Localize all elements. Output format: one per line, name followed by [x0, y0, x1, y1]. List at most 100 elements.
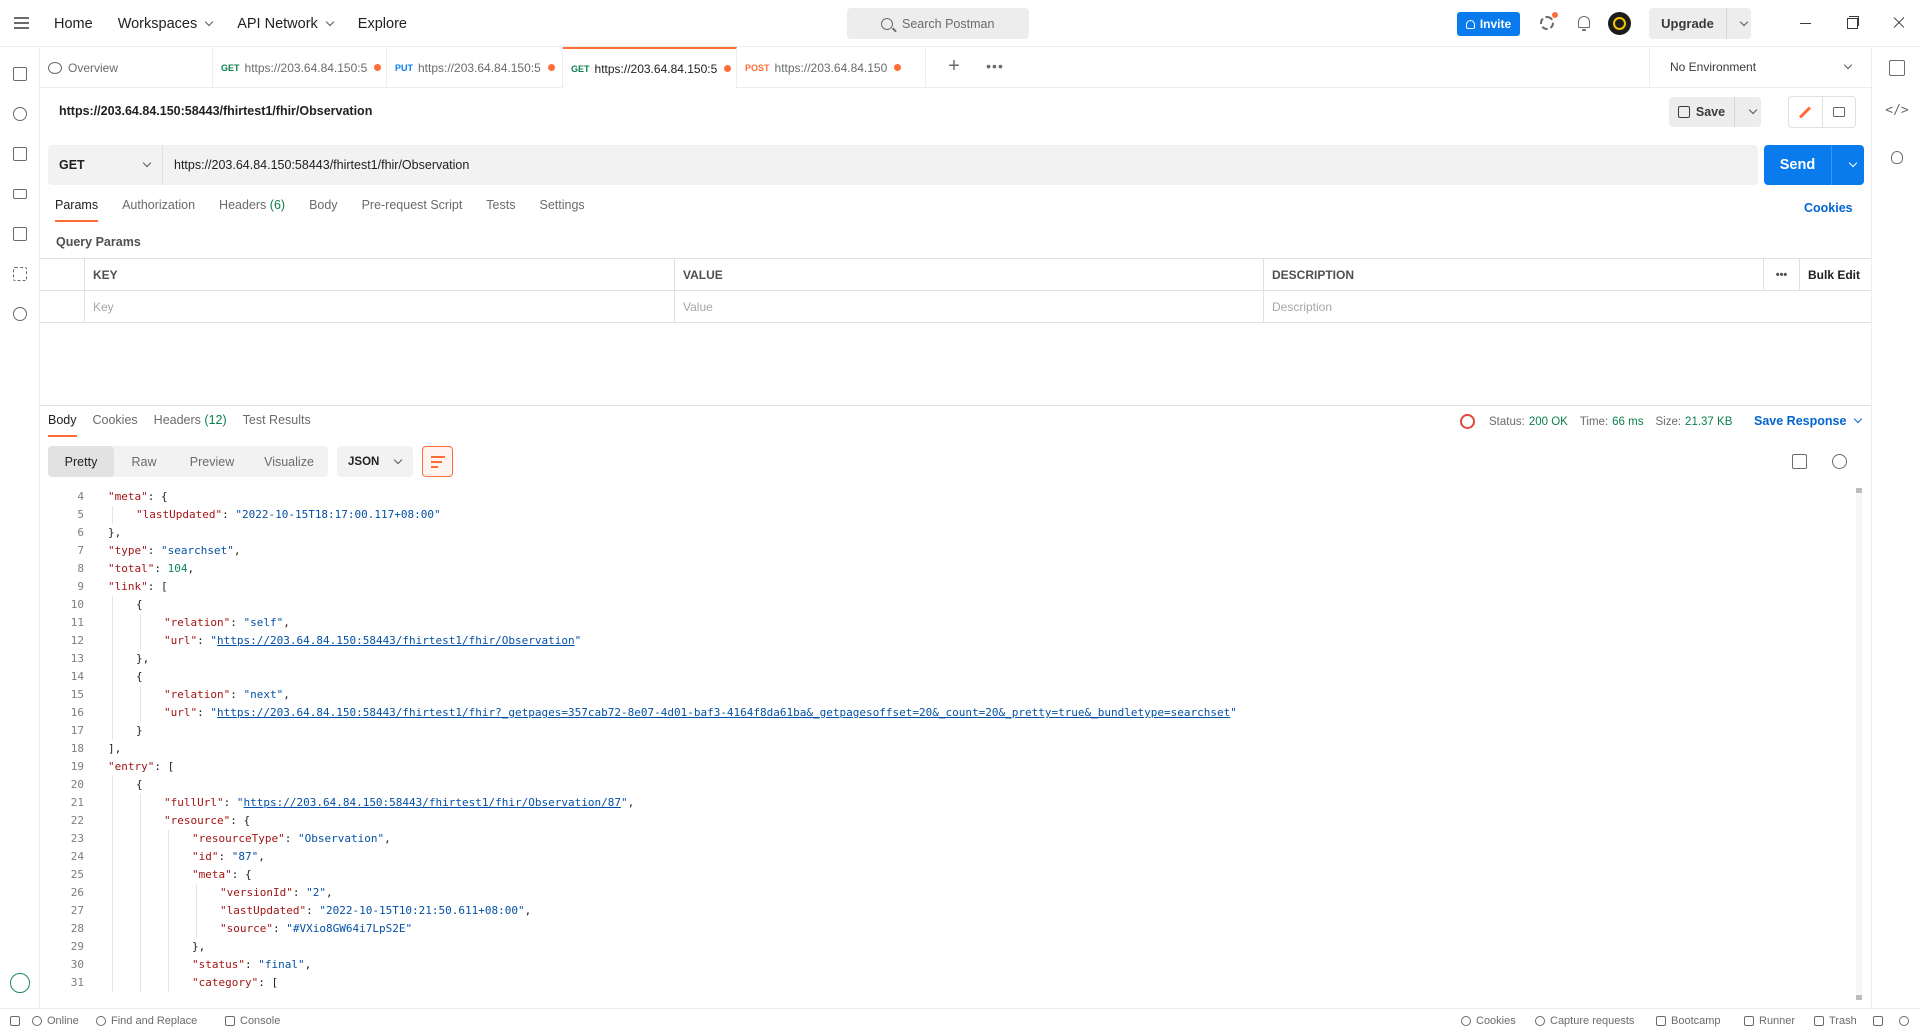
view-visualize[interactable]: Visualize — [250, 446, 328, 477]
two-pane-view-icon[interactable] — [1873, 1009, 1888, 1032]
send-button[interactable]: Send — [1764, 145, 1864, 185]
toggle-sidebar-icon[interactable] — [10, 1009, 25, 1032]
tab-authorization[interactable]: Authorization — [122, 198, 195, 222]
param-description-input[interactable]: Description — [1263, 291, 1871, 322]
method-select[interactable]: GET — [48, 145, 163, 185]
tab-params[interactable]: Params — [55, 198, 99, 222]
code-link[interactable]: https://203.64.84.150:58443/fhirtest1/fh… — [217, 634, 575, 647]
tab-request[interactable]: POST https://203.64.84.150 — [737, 47, 926, 88]
view-raw[interactable]: Raw — [114, 446, 174, 477]
bootcamp-button[interactable]: Bootcamp — [1656, 1009, 1721, 1032]
line-number: 7 — [77, 544, 84, 557]
save-button[interactable]: Save — [1669, 97, 1761, 127]
online-status[interactable]: Online — [32, 1009, 79, 1032]
team-workspace-icon[interactable] — [10, 973, 30, 993]
close-window-icon[interactable] — [1889, 13, 1909, 33]
save-response-button[interactable]: Save Response — [1754, 414, 1863, 428]
code-link[interactable]: https://203.64.84.150:58443/fhirtest1/fh… — [243, 796, 621, 809]
tab-settings[interactable]: Settings — [539, 198, 584, 222]
settings-gear-icon[interactable] — [1537, 12, 1558, 33]
notifications-bell-icon[interactable] — [1574, 13, 1594, 33]
lightbulb-icon[interactable] — [1891, 151, 1903, 164]
history-icon[interactable] — [13, 307, 27, 321]
minimize-window-icon[interactable] — [1796, 13, 1816, 33]
flows-icon[interactable] — [13, 267, 27, 281]
trash-button[interactable]: Trash — [1814, 1009, 1857, 1032]
send-label[interactable]: Send — [1764, 145, 1832, 185]
upgrade-dropdown[interactable] — [1727, 8, 1751, 39]
help-icon[interactable] — [1899, 1009, 1914, 1032]
view-preview[interactable]: Preview — [174, 446, 250, 477]
tab-response-headers[interactable]: Headers (12) — [154, 413, 227, 437]
nav-api-network[interactable]: API Network — [237, 16, 335, 32]
tab-request-active[interactable]: GET https://203.64.84.150:5 — [563, 47, 737, 88]
code-token: 104 — [167, 562, 188, 575]
pane-divider[interactable] — [40, 405, 1871, 406]
copy-icon[interactable] — [1792, 454, 1807, 469]
mock-servers-icon[interactable] — [13, 189, 27, 199]
send-dropdown[interactable] — [1832, 145, 1864, 185]
network-globe-icon[interactable] — [1460, 414, 1475, 429]
menu-icon[interactable] — [14, 17, 29, 29]
new-tab-plus-icon[interactable]: + — [943, 56, 965, 78]
collections-icon[interactable] — [13, 67, 27, 81]
wrap-lines-icon[interactable] — [422, 446, 453, 477]
param-key-input[interactable]: Key — [84, 291, 674, 322]
size-value[interactable]: 21.37 KB — [1685, 416, 1732, 428]
tab-overview[interactable]: Overview — [40, 47, 213, 88]
cookies-link[interactable]: Cookies — [1804, 201, 1853, 215]
tab-headers[interactable]: Headers (6) — [219, 198, 285, 222]
tab-pre-request-script[interactable]: Pre-request Script — [362, 198, 463, 222]
tab-response-cookies[interactable]: Cookies — [93, 413, 138, 437]
apis-icon[interactable] — [13, 107, 27, 121]
code-snippet-icon[interactable]: </> — [1885, 102, 1908, 118]
tab-body[interactable]: Body — [309, 198, 338, 222]
trash-icon — [1814, 1016, 1824, 1026]
search-icon[interactable] — [1832, 454, 1847, 469]
runner-button[interactable]: Runner — [1744, 1009, 1795, 1032]
view-pretty[interactable]: Pretty — [48, 446, 114, 477]
nav-workspaces[interactable]: Workspaces — [118, 16, 214, 32]
url-input[interactable]: https://203.64.84.150:58443/fhirtest1/fh… — [163, 145, 1758, 185]
upgrade-button[interactable]: Upgrade — [1649, 8, 1751, 39]
invite-button[interactable]: Invite — [1457, 12, 1520, 36]
indent-guide — [168, 956, 169, 974]
indent-guide — [168, 866, 169, 884]
request-title[interactable]: https://203.64.84.150:58443/fhirtest1/fh… — [59, 104, 372, 118]
monitors-icon[interactable] — [13, 227, 27, 241]
tab-request[interactable]: PUT https://203.64.84.150:5 — [387, 47, 563, 88]
tab-tests[interactable]: Tests — [486, 198, 515, 222]
code-scrollbar[interactable] — [1856, 488, 1862, 1000]
environments-icon[interactable] — [13, 147, 27, 161]
code-text: "link": [ — [108, 578, 168, 596]
avatar[interactable] — [1608, 12, 1631, 35]
nav-home[interactable]: Home — [54, 16, 93, 32]
status-value[interactable]: 200 OK — [1529, 416, 1568, 428]
global-search-input[interactable]: Search Postman — [847, 8, 1029, 39]
documentation-icon[interactable] — [1889, 60, 1905, 76]
doc-mode-button[interactable] — [1823, 97, 1856, 127]
tab-request[interactable]: GET https://203.64.84.150:5 — [213, 47, 387, 88]
nav-explore[interactable]: Explore — [358, 16, 407, 32]
save-dropdown[interactable] — [1735, 97, 1761, 127]
edit-mode-button[interactable] — [1789, 97, 1823, 127]
bulk-edit-button[interactable]: Bulk Edit — [1799, 259, 1871, 290]
tab-response-body[interactable]: Body — [48, 413, 77, 437]
more-options-icon[interactable]: ••• — [1763, 259, 1799, 290]
environment-select[interactable]: No Environment — [1649, 47, 1871, 88]
response-body-code[interactable]: 4 "meta": {5 "lastUpdated": "2022-10-15T18… — [48, 488, 1856, 1000]
upgrade-label[interactable]: Upgrade — [1649, 8, 1727, 39]
code-link[interactable]: https://203.64.84.150:58443/fhirtest1/fh… — [217, 706, 1230, 719]
capture-requests-button[interactable]: Capture requests — [1535, 1009, 1634, 1032]
more-tabs-icon[interactable]: ••• — [984, 56, 1006, 78]
cookies-button[interactable]: Cookies — [1461, 1009, 1516, 1032]
time-value[interactable]: 66 ms — [1612, 416, 1643, 428]
indent-guide — [112, 956, 113, 974]
console-button[interactable]: Console — [225, 1009, 280, 1032]
format-select[interactable]: JSON — [337, 446, 413, 477]
tab-test-results[interactable]: Test Results — [243, 413, 311, 437]
find-replace-button[interactable]: Find and Replace — [96, 1009, 197, 1032]
restore-window-icon[interactable] — [1843, 13, 1863, 33]
save-main[interactable]: Save — [1669, 97, 1735, 127]
param-value-input[interactable]: Value — [674, 291, 1263, 322]
